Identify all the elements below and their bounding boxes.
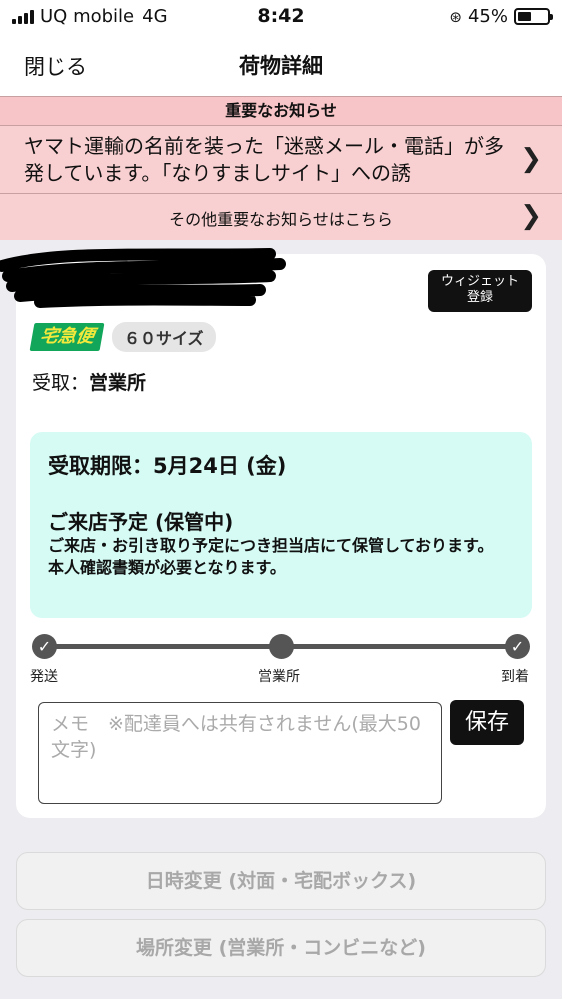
service-row: 宅急便 ６０サイズ: [29, 322, 216, 352]
pickup-deadline: 受取期限：5月24日 (金): [48, 454, 287, 478]
widget-button-line: ウィジェット: [440, 274, 519, 289]
redacted-tracking-number: [0, 248, 286, 308]
battery-fill: [518, 12, 531, 21]
step-dot-current: [269, 634, 294, 659]
battery-icon: [514, 8, 553, 25]
step-label: 発送: [30, 669, 58, 685]
takkyubin-logo: 宅急便: [29, 323, 105, 351]
receive-label: 受取：: [32, 372, 90, 394]
more-notices-link[interactable]: その他重要なお知らせはこちら ❯: [0, 194, 562, 240]
important-notice-item[interactable]: ヤマト運輸の名前を装った「迷惑メール・電話」が多発しています。「なりすましサイト…: [0, 126, 562, 194]
orientation-lock-icon: ⊛: [449, 7, 462, 26]
delivery-progress: ✓ ✓ 発送 営業所 到着: [16, 634, 546, 694]
receive-value: 営業所: [89, 372, 147, 394]
battery-percent: 45%: [467, 6, 508, 27]
parcel-card: ウィジェット 登録 宅急便 ６０サイズ 受取：営業所 受取期限：5月24日 (金…: [0, 248, 546, 818]
status-title: ご来店予定 (保管中): [48, 510, 234, 534]
memo-input[interactable]: [38, 702, 442, 804]
close-button[interactable]: 閉じる: [24, 51, 87, 81]
chevron-right-icon: ❯: [520, 201, 542, 231]
chevron-right-icon: ❯: [520, 144, 542, 174]
status-line: ご来店・お引き取り予定につき担当店にて保管しております。: [48, 536, 494, 555]
step-dot-check-icon: ✓: [505, 634, 530, 659]
delivery-status-box: 受取期限：5月24日 (金) ご来店予定 (保管中) ご来店・お引き取り予定につ…: [30, 432, 532, 618]
status-line: 本人確認書類が必要となります。: [48, 558, 286, 577]
receive-method: 受取：営業所: [32, 368, 146, 395]
change-datetime-button[interactable]: 日時変更 (対面・宅配ボックス): [16, 852, 546, 910]
step-label: 営業所: [258, 669, 300, 685]
widget-button-line: 登録: [466, 290, 493, 305]
step-dot-check-icon: ✓: [32, 634, 57, 659]
status-right: ⊛ 45%: [449, 6, 553, 27]
notice-text: ヤマト運輸の名前を装った「迷惑メール・電話」が多発しています。「なりすましサイト…: [24, 134, 504, 185]
status-description: ご来店・お引き取り予定につき担当店にて保管しております。 本人確認書類が必要とな…: [48, 535, 518, 579]
save-button[interactable]: 保存: [450, 700, 524, 745]
status-bar: UQ mobile 4G 8:42 ⊛ 45%: [0, 0, 562, 34]
nav-bar: 閉じる 荷物詳細: [0, 34, 562, 96]
change-location-button[interactable]: 場所変更 (営業所・コンビニなど): [16, 919, 546, 977]
step-label: 到着: [501, 669, 529, 685]
size-badge: ６０サイズ: [112, 322, 216, 352]
important-notice-header: 重要なお知らせ: [0, 96, 562, 126]
more-notices-text: その他重要なお知らせはこちら: [169, 210, 393, 229]
widget-register-button[interactable]: ウィジェット 登録: [428, 270, 532, 312]
